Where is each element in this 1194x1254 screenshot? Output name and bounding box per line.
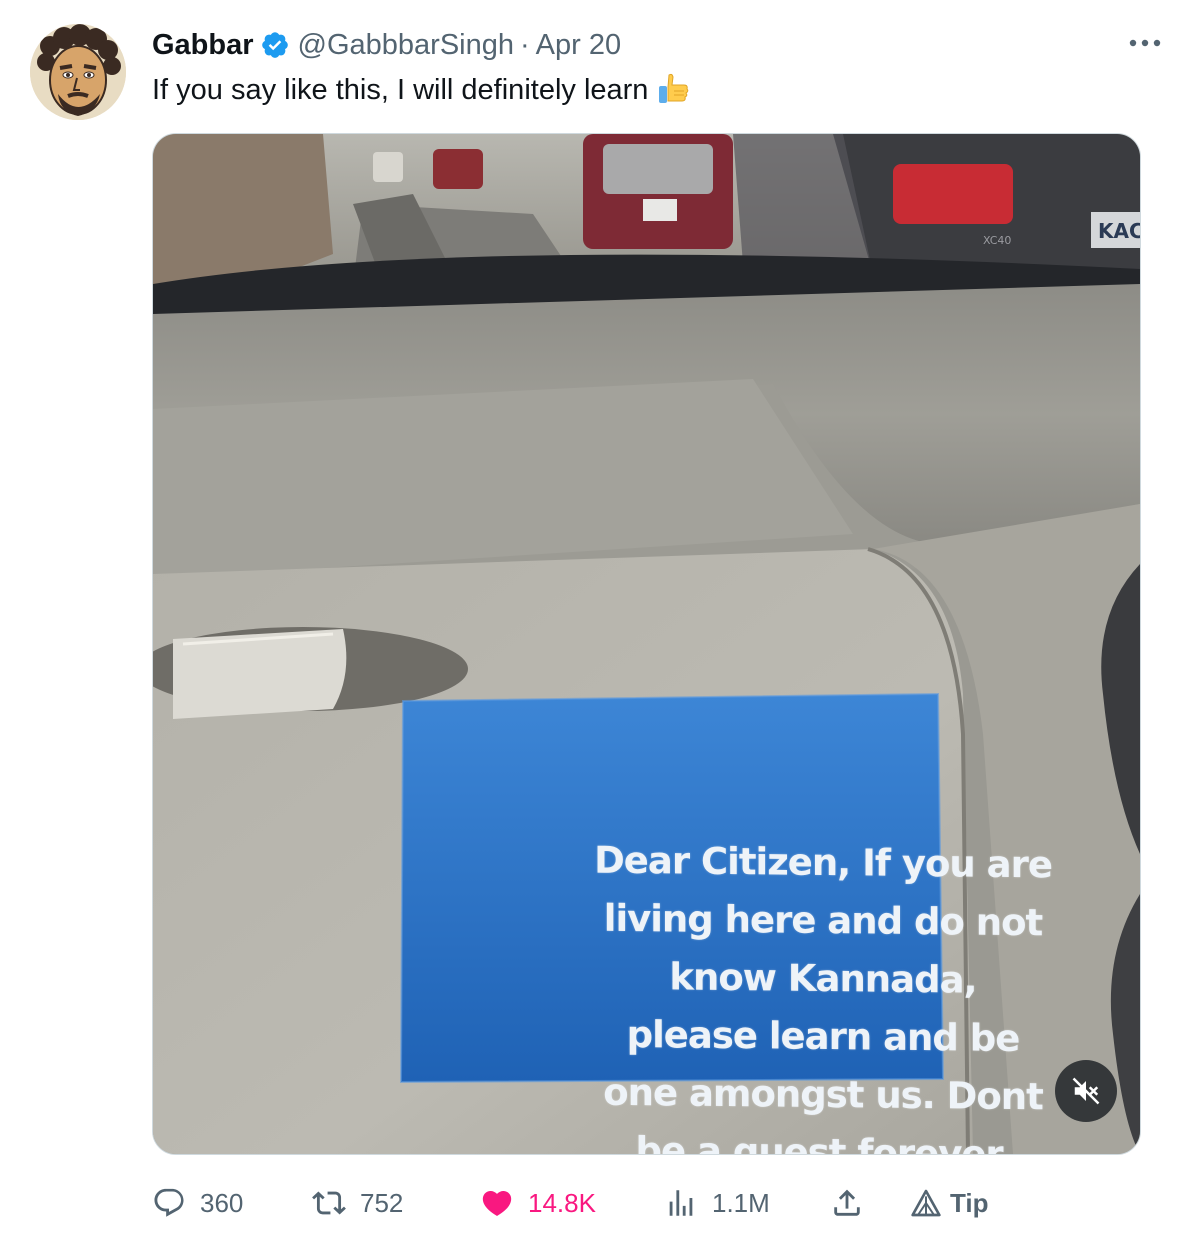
tweet-actions: 360 752 14.8K 1.1M Tip: [152, 1180, 1052, 1226]
sticker-line: living here and do not: [603, 896, 1043, 945]
author-handle[interactable]: @GabbbarSingh: [298, 29, 514, 62]
avatar-illustration: [30, 24, 126, 120]
car-badge-text: XC40: [983, 234, 1011, 247]
sticker-line: please learn and be: [626, 1012, 1020, 1061]
heart-icon: [482, 1190, 512, 1216]
verified-badge-icon[interactable]: [260, 30, 290, 60]
avatar[interactable]: [30, 24, 126, 120]
tweet-text: If you say like this, I will definitely …: [152, 70, 690, 110]
like-count: 14.8K: [528, 1187, 596, 1218]
reply-count: 360: [200, 1187, 244, 1218]
tip-icon: [911, 1189, 941, 1217]
more-options-button[interactable]: [1125, 26, 1165, 60]
speaker-muted-icon: [1072, 1077, 1100, 1105]
reply-button[interactable]: 360: [152, 1180, 243, 1226]
like-button[interactable]: 14.8K: [480, 1180, 596, 1226]
sticker-line: know Kannada,: [669, 955, 977, 1002]
retweet-count: 752: [360, 1187, 404, 1218]
sticker-line: Dear Citizen, If you are: [594, 838, 1052, 887]
sticker-line: be a guest forever.: [635, 1129, 1011, 1155]
mute-button[interactable]: [1055, 1060, 1117, 1122]
sticker-line: one amongst us. Dont: [603, 1070, 1043, 1119]
tip-label: Tip: [950, 1187, 989, 1218]
author-name[interactable]: Gabbar: [152, 29, 254, 62]
tweet-date[interactable]: Apr 20: [536, 29, 621, 62]
share-button[interactable]: [830, 1180, 864, 1226]
license-plate-text: KAC: [1098, 219, 1140, 243]
views-button[interactable]: 1.1M: [664, 1180, 770, 1226]
retweet-icon: [312, 1191, 346, 1215]
tweet-header: Gabbar @GabbbarSingh · Apr 20: [152, 28, 621, 62]
tweet-text-content: If you say like this, I will definitely …: [152, 74, 649, 106]
reply-icon: [154, 1188, 184, 1217]
share-icon: [834, 1189, 860, 1216]
thumbs-up-icon: [659, 73, 689, 103]
views-count: 1.1M: [712, 1187, 770, 1218]
more-options-icon: [1129, 39, 1161, 47]
retweet-button[interactable]: 752: [312, 1180, 403, 1226]
sticker-text: Dear Citizen, If you are living here and…: [557, 831, 1089, 1155]
tip-button[interactable]: Tip: [910, 1180, 989, 1226]
tweet-media[interactable]: KAC XC40 Dear Citizen, If you are living…: [152, 133, 1141, 1155]
separator-dot: ·: [520, 28, 530, 61]
views-chart-icon: [669, 1190, 693, 1216]
